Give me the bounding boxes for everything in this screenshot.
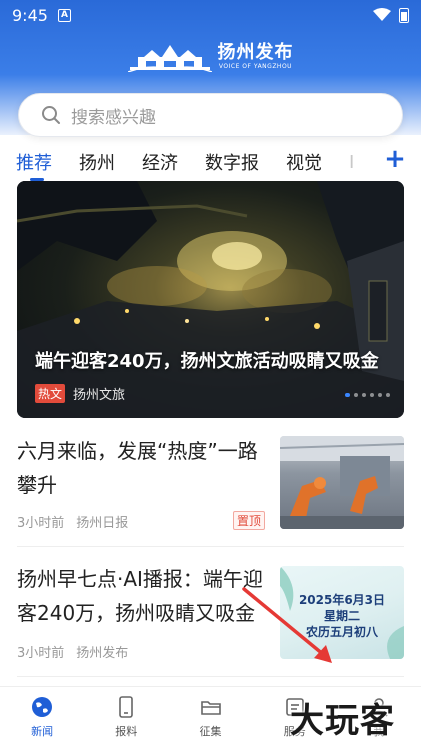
nav-news[interactable]: 新闻 xyxy=(0,687,84,750)
tab-yangzhou[interactable]: 扬州 xyxy=(79,149,115,175)
tab-economy[interactable]: 经济 xyxy=(142,149,178,175)
divider xyxy=(17,676,404,677)
nav-label: 报料 xyxy=(115,725,138,738)
news-time: 3小时前 xyxy=(17,646,65,661)
divider xyxy=(17,546,404,547)
factory-robot-image xyxy=(280,436,404,529)
battery-icon xyxy=(399,7,409,23)
app-logo: 扬州发布 VOICE OF YANGZHOU xyxy=(0,40,421,74)
news-title: 扬州早七点·AI播报：端午迎客240万，扬州吸睛又吸金 xyxy=(17,567,263,625)
annotation-arrow xyxy=(242,587,332,663)
nav-collect[interactable]: 征集 xyxy=(168,687,252,750)
tab-recommend[interactable]: 推荐 xyxy=(16,149,52,181)
banner-carousel[interactable]: 端午迎客240万，扬州文旅活动吸睛又吸金 热文 扬州文旅 xyxy=(17,181,404,418)
carousel-dot xyxy=(354,393,358,397)
search-input[interactable]: 搜索感兴趣 xyxy=(18,93,403,137)
phone-icon xyxy=(119,696,134,718)
nav-label: 征集 xyxy=(199,725,222,738)
category-tabs: 推荐 扬州 经济 数字报 视觉 I xyxy=(0,146,421,181)
banner-title: 端午迎客240万，扬州文旅活动吸睛又吸金 xyxy=(35,351,379,372)
news-item[interactable]: 六月来临，发展“热度”一路攀升 3小时前 扬州日报 置顶 xyxy=(17,434,404,534)
search-placeholder: 搜索感兴趣 xyxy=(71,107,156,128)
carousel-dot xyxy=(378,393,382,397)
globe-icon xyxy=(32,697,53,717)
carousel-dot xyxy=(345,393,350,397)
carousel-indicator xyxy=(345,393,390,397)
watermark: 大玩客 xyxy=(290,701,395,741)
news-title: 六月来临，发展“热度”一路攀升 xyxy=(17,439,258,497)
news-time: 3小时前 xyxy=(17,516,65,531)
nav-label: 新闻 xyxy=(31,725,54,738)
pinned-badge: 置顶 xyxy=(233,511,266,530)
status-time: 9:45 xyxy=(12,5,48,25)
add-tab-button[interactable]: + xyxy=(383,146,407,172)
banner-meta: 热文 扬州文旅 xyxy=(35,384,125,403)
carousel-dot xyxy=(386,393,390,397)
news-meta: 3小时前 扬州日报 xyxy=(17,512,128,531)
carousel-dot xyxy=(370,393,374,397)
tab-visual[interactable]: 视觉 xyxy=(286,149,322,175)
gate-logo-icon xyxy=(127,45,212,72)
app-subtitle: VOICE OF YANGZHOU xyxy=(218,63,293,70)
wifi-icon xyxy=(373,8,391,21)
news-thumbnail xyxy=(280,436,404,529)
carousel-dot xyxy=(362,393,366,397)
news-source: 扬州发布 xyxy=(76,646,129,661)
banner-image xyxy=(17,181,404,418)
folder-icon xyxy=(200,701,221,715)
nav-report[interactable]: 报料 xyxy=(84,687,168,750)
banner-source: 扬州文旅 xyxy=(73,388,126,403)
news-meta: 3小时前 扬州发布 xyxy=(17,642,128,661)
search-icon xyxy=(42,106,60,124)
news-item[interactable]: 扬州早七点·AI播报：端午迎客240万，扬州吸睛又吸金 3小时前 扬州发布 20… xyxy=(17,562,404,662)
tab-digital-paper[interactable]: 数字报 xyxy=(205,149,259,175)
notification-icon: A xyxy=(57,8,71,22)
hot-badge: 热文 xyxy=(35,384,66,403)
news-source: 扬州日报 xyxy=(76,516,129,531)
app-title: 扬州发布 xyxy=(217,42,294,63)
tab-partial[interactable]: I xyxy=(349,152,359,173)
status-bar: 9:45 A xyxy=(0,0,421,30)
